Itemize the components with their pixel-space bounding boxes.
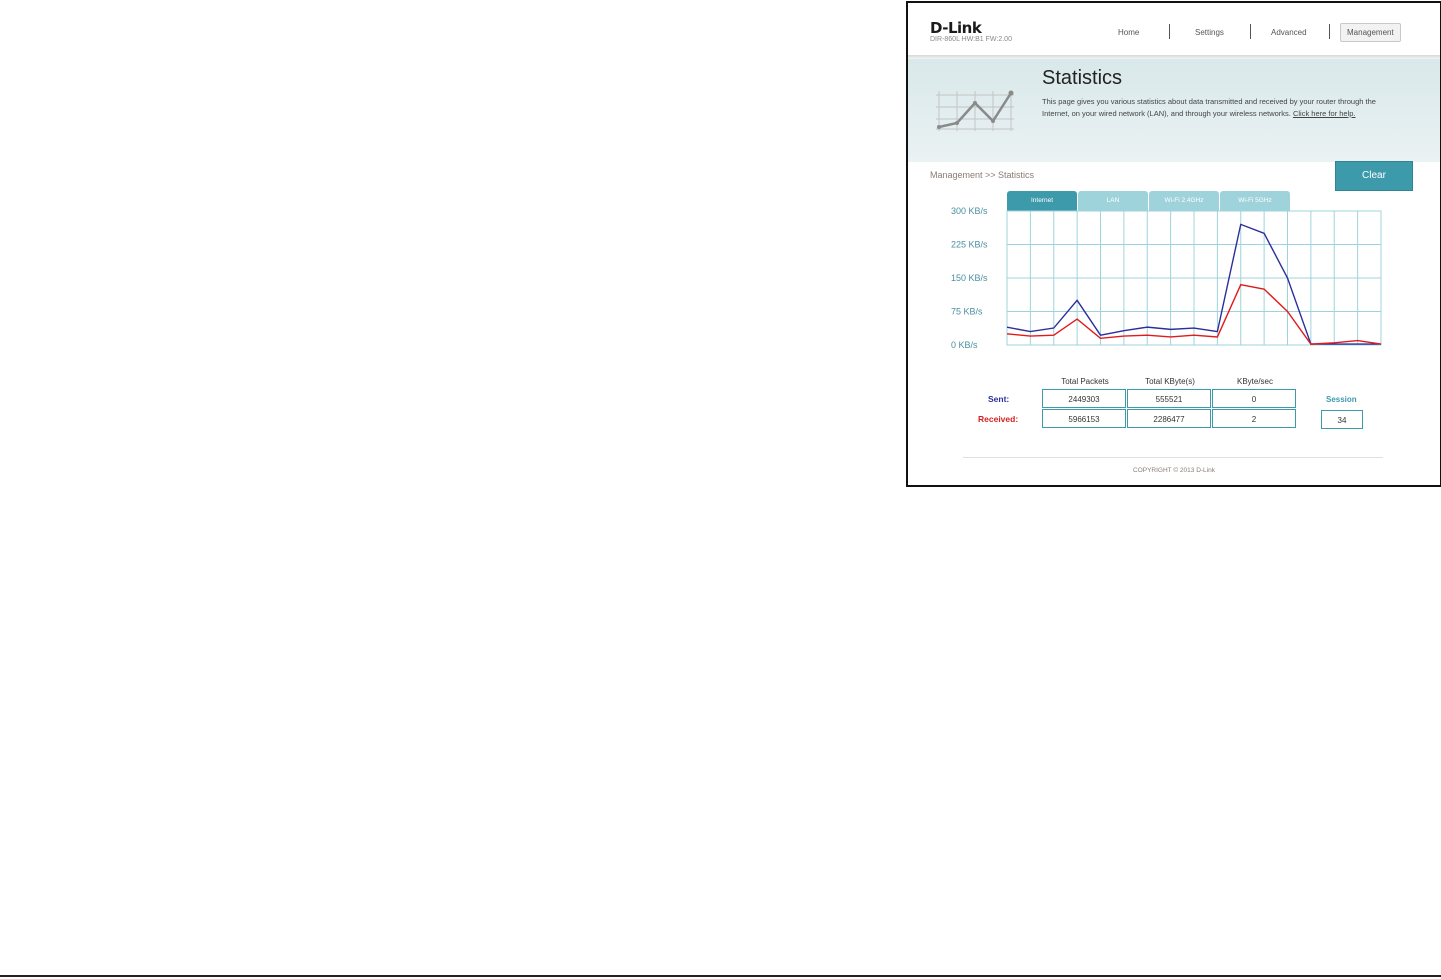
received-total-kbytes: 2286477	[1127, 409, 1211, 428]
sent-total-kbytes: 555521	[1127, 389, 1211, 408]
y-tick-label: 300 KB/s	[951, 206, 988, 216]
copyright: COPYRIGHT © 2013 D-Link	[1133, 467, 1215, 474]
session-label: Session	[1326, 395, 1357, 404]
sent-label: Sent:	[988, 394, 1010, 404]
sent-total-packets: 2449303	[1042, 389, 1126, 408]
y-tick-label: 0 KB/s	[951, 340, 978, 350]
sent-kbyte-sec: 0	[1212, 389, 1296, 408]
header-total-packets: Total Packets	[1061, 377, 1109, 386]
header-total-kbytes: Total KByte(s)	[1145, 377, 1195, 386]
received-total-packets: 5966153	[1042, 409, 1126, 428]
y-tick-label: 75 KB/s	[951, 307, 983, 317]
received-label: Received:	[978, 414, 1019, 424]
y-tick-label: 150 KB/s	[951, 273, 988, 283]
y-tick-label: 225 KB/s	[951, 240, 988, 250]
footer-divider	[963, 457, 1383, 458]
traffic-chart: 300 KB/s 225 KB/s 150 KB/s 75 KB/s 0 KB/s	[951, 206, 1382, 350]
router-statistics-screenshot: D-Link DIR-860L HW:B1 FW:2.00 Home Setti…	[906, 1, 1441, 487]
header-kbyte-sec: KByte/sec	[1236, 377, 1273, 386]
received-kbyte-sec: 2	[1212, 409, 1296, 428]
page-bottom-rule	[0, 975, 1441, 977]
session-value: 34	[1321, 410, 1363, 429]
